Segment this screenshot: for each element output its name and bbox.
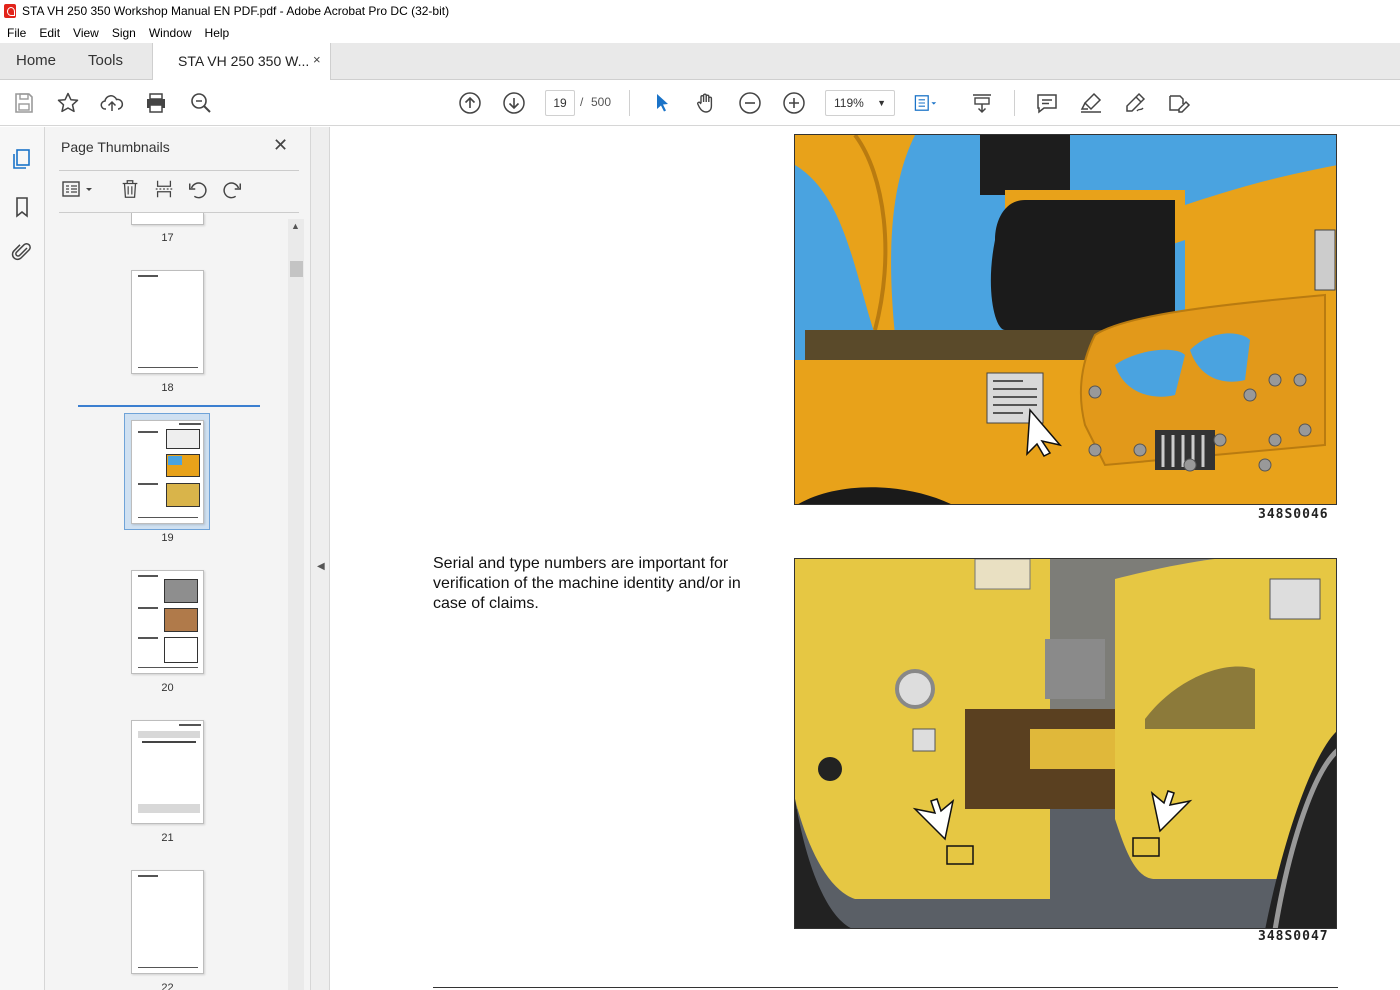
menu-window[interactable]: Window [142,26,198,40]
body-paragraph: Serial and type numbers are important fo… [433,555,741,612]
figure-1-code: 348S0046 [1258,507,1329,522]
page-total: 500 [591,95,612,109]
tab-home[interactable]: Home [16,52,56,69]
menu-file[interactable]: File [0,26,32,40]
machine-photo-2 [795,559,1336,928]
tab-document[interactable]: STA VH 250 350 W... × [152,43,331,80]
thumbnail-page-22[interactable] [131,870,204,974]
document-view[interactable]: 348S0046 Serial and type numbers are imp… [330,127,1400,990]
fill-sign-icon[interactable] [1167,91,1191,115]
menu-edit[interactable]: Edit [32,26,66,40]
draw-icon[interactable] [1123,91,1147,115]
toolbar-divider [1014,90,1015,116]
scroll-up-icon[interactable]: ▲ [291,221,300,231]
print-icon[interactable] [144,91,168,115]
upload-cloud-icon[interactable] [100,91,124,115]
panel-close-button[interactable]: ✕ [273,135,288,156]
fit-page-icon[interactable] [913,91,937,115]
page-separator: / [580,95,584,109]
page-number-input[interactable]: 19 [545,90,575,116]
thumbnail-label: 22 [161,982,174,990]
page-down-icon[interactable] [502,91,526,115]
select-cursor-icon[interactable] [650,91,674,115]
thumbnail-page-20[interactable] [131,570,204,674]
bookmarks-icon[interactable] [10,195,34,219]
acrobat-logo-icon [4,4,16,18]
save-icon[interactable] [12,91,36,115]
bookmark-star-icon[interactable] [56,91,80,115]
tab-tools[interactable]: Tools [88,52,123,69]
panel-collapse-strip[interactable]: ◀ [311,127,330,990]
panel-title: Page Thumbnails [61,139,170,155]
hand-tool-icon[interactable] [694,91,718,115]
scrollbar-thumb[interactable] [290,261,303,277]
tab-close-button[interactable]: × [313,52,321,67]
extract-page-icon[interactable] [153,177,175,201]
menu-sign[interactable]: Sign [105,26,142,40]
zoom-out-icon[interactable] [738,91,762,115]
thumbnail-label: 20 [161,682,174,694]
comment-icon[interactable] [1035,91,1059,115]
zoom-select[interactable]: 119% ▼ [825,90,895,116]
page-footer-rule [433,987,1338,988]
thumbnail-page-21[interactable] [131,720,204,824]
highlight-icon[interactable] [1079,91,1103,115]
delete-page-icon[interactable] [119,177,141,201]
toolbar-divider [629,90,630,116]
thumbnail-label: 17 [161,232,174,244]
scroll-mode-icon[interactable] [970,91,994,115]
page-up-icon[interactable] [458,91,482,115]
thumbnail-label: 19 [161,532,174,544]
tab-bar: Home Tools STA VH 250 350 W... × [0,43,1400,80]
thumbnail-page-17[interactable] [131,213,204,225]
thumbnail-scrollbar[interactable]: ▲ [288,219,304,990]
menu-help[interactable]: Help [198,26,236,40]
search-zoom-icon[interactable] [189,91,213,115]
page-thumbnails-icon[interactable] [10,147,34,171]
rotate-right-icon[interactable] [221,177,243,201]
menu-bar: File Edit View Sign Window Help [0,22,1400,43]
tab-document-label: STA VH 250 350 W... [178,53,310,69]
collapse-left-icon[interactable]: ◀ [317,561,325,572]
machine-photo-1 [795,135,1336,504]
menu-view[interactable]: View [66,26,105,40]
navigation-rail [0,127,45,990]
thumbnail-options-icon[interactable] [61,177,95,201]
figure-photo-serial-plate [794,134,1337,505]
toolbar: 19 / 500 119% ▼ [0,80,1400,126]
thumbnail-label: 21 [161,832,174,844]
zoom-value: 119% [834,96,864,110]
chevron-down-icon: ▼ [877,98,886,108]
drop-indicator [78,405,260,407]
panel-divider [59,170,299,171]
title-bar: STA VH 250 350 Workshop Manual EN PDF.pd… [0,0,1400,22]
thumbnail-page-19[interactable] [131,420,204,524]
attachments-icon[interactable] [10,240,34,264]
rotate-left-icon[interactable] [187,177,209,201]
thumbnail-label: 18 [161,382,174,394]
figure-2-code: 348S0047 [1258,929,1329,944]
zoom-in-icon[interactable] [782,91,806,115]
window-title: STA VH 250 350 Workshop Manual EN PDF.pd… [22,4,450,18]
thumbnail-page-18[interactable] [131,270,204,374]
page-thumbnails-panel: Page Thumbnails ✕ 17 18 19 20 21 22 ▲ [45,127,311,990]
figure-photo-serial-locations [794,558,1337,929]
